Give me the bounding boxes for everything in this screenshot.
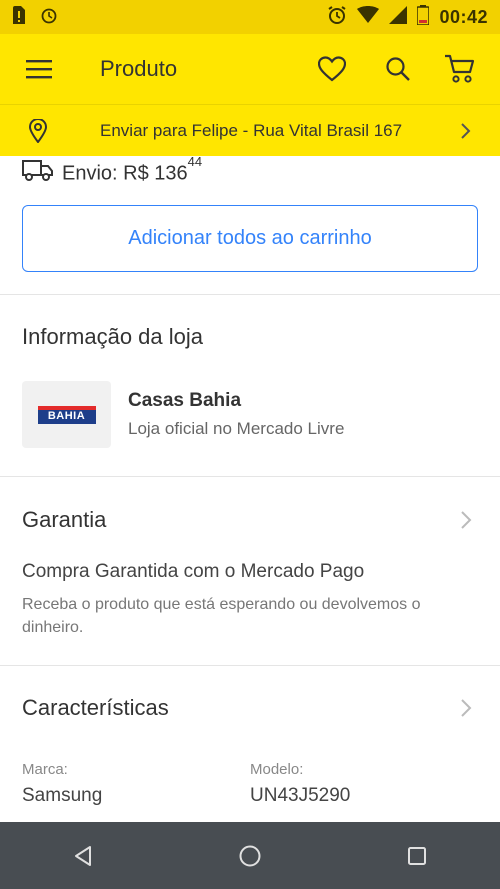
chevron-right-icon[interactable]: [460, 698, 472, 723]
chevron-right-icon[interactable]: [460, 510, 472, 535]
recents-square-icon: [407, 846, 426, 865]
spec-label-brand: Marca:: [22, 761, 68, 778]
spec-value-brand: Samsung: [22, 785, 103, 806]
shipping-address-bar[interactable]: Enviar para Felipe - Rua Vital Brasil 16…: [0, 104, 500, 156]
add-all-to-cart-button[interactable]: Adicionar todos ao carrinho: [22, 205, 478, 272]
back-triangle-icon: [75, 845, 92, 866]
warranty-title[interactable]: Garantia: [22, 507, 106, 533]
home-circle-icon: [239, 845, 261, 866]
shipping-cost-label: Envio: R$ 136: [62, 162, 188, 185]
signal-icon: [389, 5, 408, 29]
app-bar: Produto: [0, 34, 500, 104]
casas-bahia-logo: BAHIA: [37, 405, 96, 424]
cart-icon: [445, 54, 475, 83]
heart-icon: [318, 56, 346, 82]
warranty-sub-text: Receba o produto que está esperando ou d…: [22, 596, 421, 636]
shipping-address-text: Enviar para Felipe - Rua Vital Brasil 16…: [100, 121, 403, 140]
shipping-cost-cents: 44: [187, 154, 203, 170]
store-info-title: Informação da loja: [22, 324, 203, 349]
alarm-icon: [40, 6, 58, 29]
location-pin-icon: [28, 118, 48, 148]
system-nav-bar: [0, 822, 500, 889]
menu-button[interactable]: [22, 52, 56, 86]
chevron-right-icon: [460, 122, 472, 145]
store-logo[interactable]: BAHIA: [22, 381, 111, 448]
divider: [0, 476, 500, 477]
recents-button[interactable]: [387, 826, 447, 886]
divider: [0, 294, 500, 295]
truck-icon: [22, 158, 54, 188]
store-subtitle: Loja oficial no Mercado Livre: [128, 419, 345, 438]
logo-text: BAHIA: [47, 410, 86, 422]
sim-alert-icon: [12, 5, 26, 30]
status-bar: 00:42: [0, 0, 500, 34]
store-name[interactable]: Casas Bahia: [128, 390, 241, 412]
favorite-button[interactable]: [312, 49, 352, 89]
menu-icon: [26, 60, 52, 79]
page-title: Produto: [100, 56, 178, 81]
search-button[interactable]: [378, 49, 418, 89]
status-time: 00:42: [439, 6, 488, 27]
specs-title[interactable]: Características: [22, 695, 169, 721]
search-icon: [386, 57, 410, 81]
wifi-icon: [357, 5, 380, 29]
alarm-clock-icon: [327, 5, 347, 30]
warranty-main-text: Compra Garantida com o Mercado Pago: [22, 561, 365, 582]
cart-button[interactable]: [440, 49, 480, 89]
spec-value-model: UN43J5290: [250, 785, 351, 806]
back-button[interactable]: [53, 826, 113, 886]
divider: [0, 665, 500, 666]
spec-label-model: Modelo:: [250, 761, 304, 778]
home-button[interactable]: [220, 826, 280, 886]
shipping-cost: Envio: R$ 13644: [22, 154, 203, 190]
battery-low-icon: [416, 4, 431, 30]
